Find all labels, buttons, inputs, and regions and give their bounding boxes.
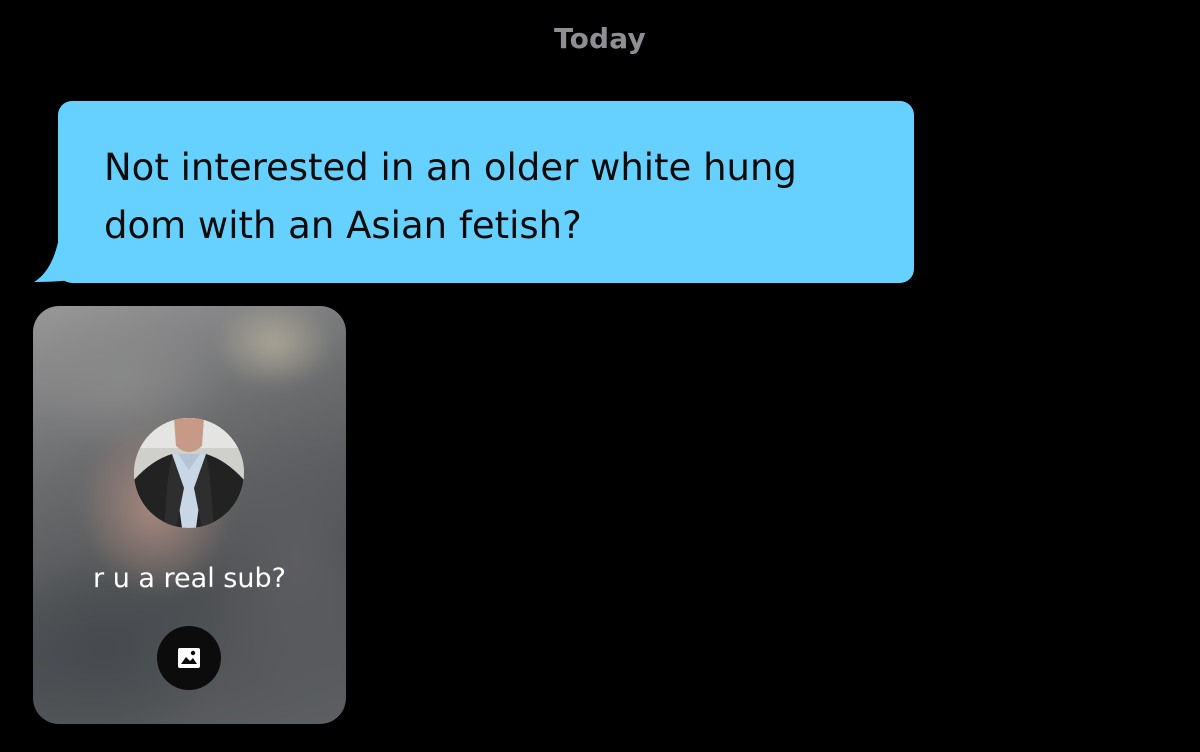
outgoing-message-bubble[interactable]: Not interested in an older white hung do…	[58, 101, 914, 283]
image-icon	[178, 648, 200, 668]
profile-photo	[134, 418, 244, 528]
image-caption: r u a real sub?	[93, 563, 286, 594]
avatar	[134, 418, 244, 528]
message-text: Not interested in an older white hung do…	[104, 146, 797, 247]
image-message-card[interactable]: r u a real sub?	[33, 306, 346, 724]
view-image-button[interactable]	[157, 626, 221, 690]
date-separator: Today	[554, 22, 646, 55]
